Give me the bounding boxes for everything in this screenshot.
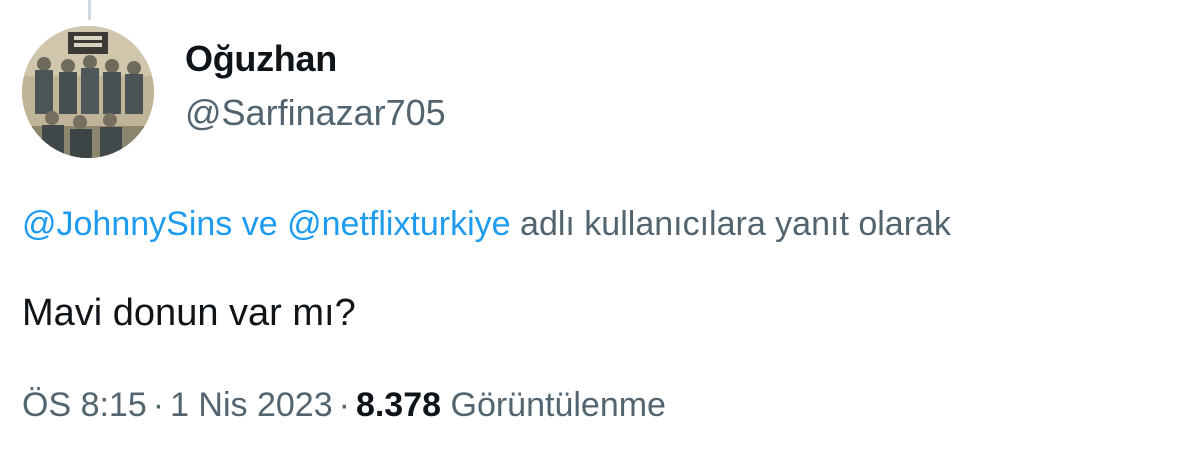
meta-separator: · [152,386,165,424]
avatar-photo-icon [22,26,154,158]
user-handle[interactable]: @Sarfinazar705 [185,92,446,134]
meta-separator: · [338,386,350,424]
views-label: Görüntülenme [450,386,666,424]
mention-link-johnnysins[interactable]: @JohnnySins [22,205,232,243]
tweet-time-link[interactable]: ÖS 8:15 · 1 Nis 2023 [22,386,333,424]
reply-context: @JohnnySins ve @netflixturkiye adlı kull… [22,205,951,244]
reply-context-conjunction: ve [232,205,288,243]
tweet-date: 1 Nis 2023 [170,386,333,424]
display-name[interactable]: Oğuzhan [185,38,337,80]
tweet-text: Mavi donun var mı? [22,292,356,334]
thread-connector-line [88,0,91,20]
mention-link-netflixturkiye[interactable]: @netflixturkiye [287,205,510,243]
tweet-meta: ÖS 8:15 · 1 Nis 2023 · 8.378 Görüntülenme [22,386,666,425]
tweet-time: ÖS 8:15 [22,386,147,424]
reply-context-suffix: adlı kullanıcılara yanıt olarak [510,205,951,243]
views-count: 8.378 [355,386,442,424]
avatar[interactable] [22,26,154,158]
